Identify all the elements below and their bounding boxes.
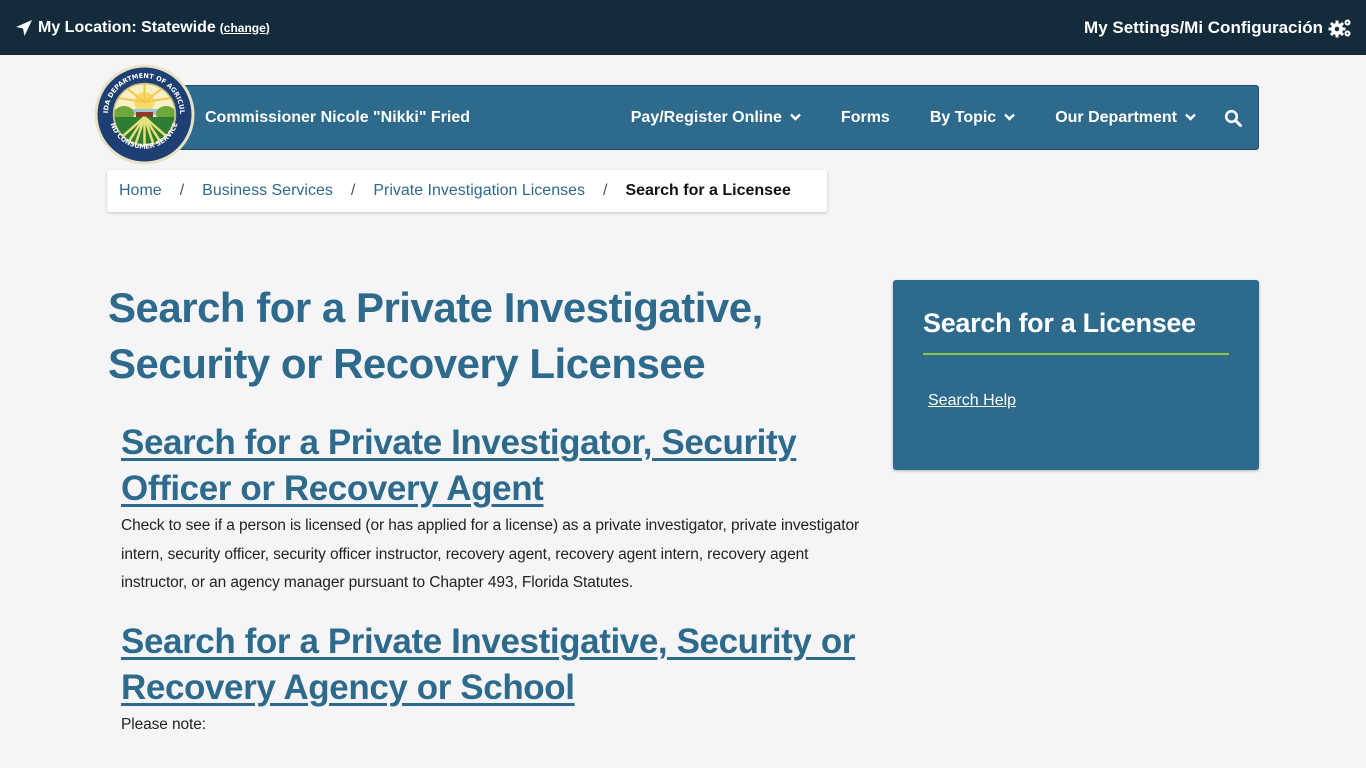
nav-label: By Topic [929,108,997,126]
chevron-down-icon [1185,112,1196,124]
settings-label: My Settings/Mi Configuración [1084,17,1323,37]
my-settings-button[interactable]: My Settings/Mi Configuración [1084,18,1352,38]
breadcrumb-business-services[interactable]: Business Services [202,182,333,200]
chevron-down-icon [1004,112,1016,124]
gears-icon [1328,19,1351,37]
sidebar-divider [923,353,1229,355]
nav-our-department[interactable]: Our Department [1055,109,1196,127]
breadcrumb-separator: / [602,182,608,199]
nav-by-topic[interactable]: By Topic [929,108,1016,127]
search-individual-description: Check to see if a person is licensed (or… [121,517,860,591]
chevron-down-icon [790,112,801,124]
my-location: My Location: Statewide (change) [15,19,270,37]
search-agency-school-link[interactable]: Search for a Private Investigative, Secu… [121,619,861,711]
seal-icon: FLORIDA DEPARTMENT OF AGRICULTURE AND CO… [91,58,195,165]
location-label: My Location: Statewide [38,18,216,36]
location-arrow-icon [16,19,32,36]
please-note-text: Please note: [121,716,206,733]
search-button[interactable] [1224,109,1242,127]
nav-pay-register-online[interactable]: Pay/Register Online [631,109,801,127]
main-navigation: Commissioner Nicole "Nikki" Fried Pay/Re… [150,85,1259,150]
top-utility-bar: My Location: Statewide (change) My Setti… [0,0,1366,55]
commissioner-name[interactable]: Commissioner Nicole "Nikki" Fried [205,109,631,127]
breadcrumb-separator: / [179,182,185,199]
change-location-link[interactable]: (change) [220,21,270,35]
breadcrumb-separator: / [350,182,356,199]
breadcrumb: Home / Business Services / Private Inves… [107,170,827,212]
sidebar-card: Search for a Licensee Search Help [893,280,1259,470]
search-help-link[interactable]: Search Help [928,392,1016,410]
search-icon [1224,109,1242,127]
breadcrumb-private-investigation-licenses[interactable]: Private Investigation Licenses [373,182,585,200]
breadcrumb-current: Search for a Licensee [625,182,791,199]
breadcrumb-home[interactable]: Home [119,182,162,200]
nav-forms[interactable]: Forms [841,109,890,127]
nav-label: Pay/Register Online [630,108,782,126]
search-individual-link[interactable]: Search for a Private Investigator, Secur… [121,420,861,512]
nav-label: Our Department [1055,108,1177,126]
sidebar-title: Search for a Licensee [923,308,1196,338]
page-title: Search for a Private Investigative, Secu… [108,284,763,387]
fdacs-seal-logo[interactable]: FLORIDA DEPARTMENT OF AGRICULTURE AND CO… [91,58,195,165]
nav-label: Forms [840,108,890,126]
